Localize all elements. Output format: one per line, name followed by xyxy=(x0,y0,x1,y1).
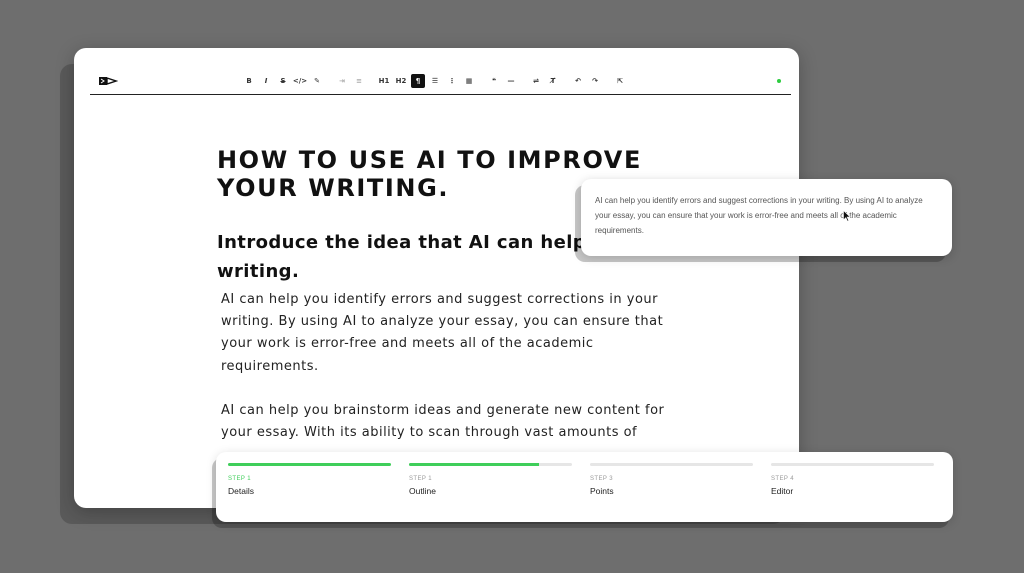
step-progress-track xyxy=(228,463,391,466)
clear-format-button[interactable]: T̸ xyxy=(546,74,560,88)
step-progress-track xyxy=(590,463,753,466)
body-paragraph[interactable]: AI can help you identify errors and sugg… xyxy=(221,289,691,378)
step-progress-fill xyxy=(228,463,391,466)
step-label: Editor xyxy=(771,486,794,496)
indent-button[interactable]: ⇥ xyxy=(335,74,349,88)
body-paragraph[interactable]: AI can help you brainstorm ideas and gen… xyxy=(221,400,691,444)
step-label: Points xyxy=(590,486,614,496)
step-number: STEP 3 xyxy=(590,476,613,482)
suggestion-text[interactable]: AI can help you identify errors and sugg… xyxy=(595,193,940,238)
paragraph-button[interactable]: ¶ xyxy=(411,74,425,88)
blockquote-button[interactable]: ❝ xyxy=(487,74,501,88)
bullet-list-button[interactable]: ☰ xyxy=(428,74,442,88)
document-body[interactable]: AI can help you identify errors and sugg… xyxy=(221,289,691,466)
step-label: Outline xyxy=(409,486,436,496)
heading-1-button[interactable]: H1 xyxy=(377,74,391,88)
export-button[interactable]: ⇱ xyxy=(613,74,627,88)
step-points[interactable]: STEP 3 Points xyxy=(590,463,753,496)
redo-button[interactable]: ↷ xyxy=(588,74,602,88)
step-outline[interactable]: STEP 1 Outline xyxy=(409,463,572,496)
wrap-button[interactable]: ⇌ xyxy=(529,74,543,88)
heading-2-button[interactable]: H2 xyxy=(394,74,408,88)
step-label: Details xyxy=(228,486,254,496)
step-number: STEP 1 xyxy=(228,476,251,482)
step-number: STEP 1 xyxy=(409,476,432,482)
table-button[interactable]: ▦ xyxy=(462,74,476,88)
progress-steps: STEP 1 Details STEP 1 Outline STEP 3 Poi… xyxy=(216,452,953,522)
code-button[interactable]: </> xyxy=(293,74,307,88)
ai-suggestion-popover[interactable]: AI can help you identify errors and sugg… xyxy=(581,179,952,256)
italic-button[interactable]: I xyxy=(259,74,273,88)
ordered-list-button[interactable]: ⋮ xyxy=(445,74,459,88)
editor-window: B I S </> ✎ ⇥ ≡ H1 H2 ¶ ☰ ⋮ ▦ ❝ — ⇌ T̸ ↶… xyxy=(74,48,799,508)
strikethrough-button[interactable]: S xyxy=(276,74,290,88)
bold-button[interactable]: B xyxy=(242,74,256,88)
undo-button[interactable]: ↶ xyxy=(571,74,585,88)
mouse-cursor-icon xyxy=(843,210,851,222)
step-progress-fill xyxy=(409,463,540,466)
app-logo-icon[interactable] xyxy=(98,75,118,87)
step-editor[interactable]: STEP 4 Editor xyxy=(771,463,934,496)
outdent-button[interactable]: ≡ xyxy=(352,74,366,88)
formatting-tools: B I S </> ✎ ⇥ ≡ H1 H2 ¶ ☰ ⋮ ▦ ❝ — ⇌ T̸ ↶… xyxy=(242,73,630,89)
step-progress-track xyxy=(409,463,572,466)
highlight-button[interactable]: ✎ xyxy=(310,74,324,88)
horizontal-rule-button[interactable]: — xyxy=(504,74,518,88)
status-indicator xyxy=(777,79,781,83)
step-details[interactable]: STEP 1 Details xyxy=(228,463,391,496)
step-progress-track xyxy=(771,463,934,466)
editor-toolbar: B I S </> ✎ ⇥ ≡ H1 H2 ¶ ☰ ⋮ ▦ ❝ — ⇌ T̸ ↶… xyxy=(90,70,791,95)
step-number: STEP 4 xyxy=(771,476,794,482)
